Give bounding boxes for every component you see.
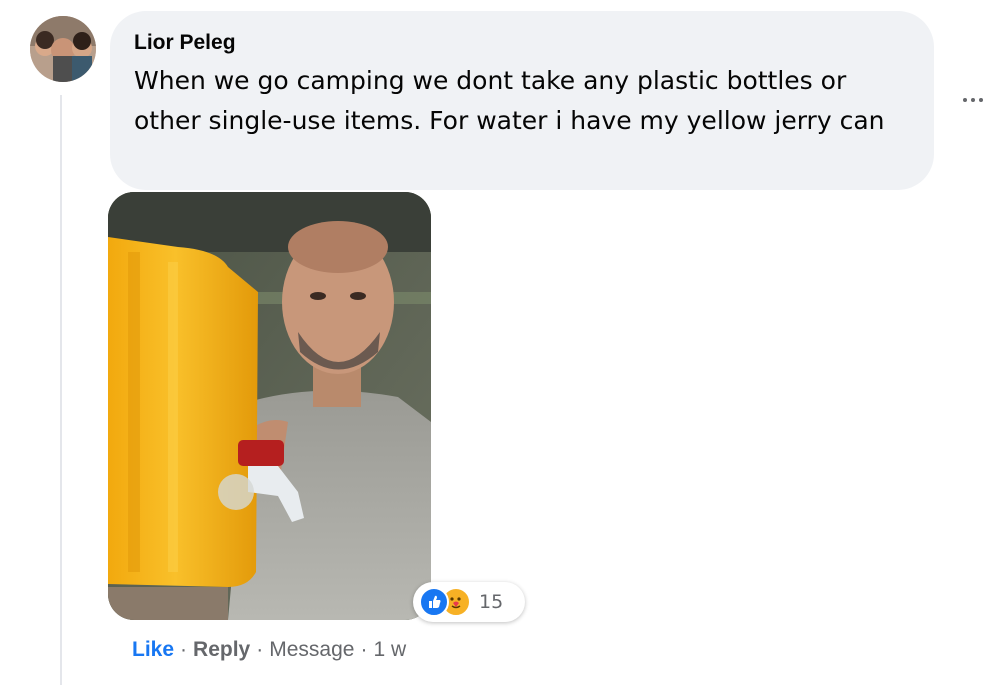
reaction-count: 15	[479, 591, 504, 613]
comment-text: When we go camping we dont take any plas…	[134, 66, 885, 135]
separator: ·	[180, 638, 188, 661]
timestamp[interactable]: 1 w	[373, 638, 406, 661]
more-dots-icon	[963, 98, 967, 102]
avatar[interactable]	[30, 16, 96, 82]
comment-actions: Like · Reply · Message · 1 w	[132, 636, 406, 664]
thread-line	[60, 95, 62, 685]
like-icon	[419, 587, 449, 617]
separator: ·	[256, 638, 264, 661]
comment-photo[interactable]	[108, 192, 431, 620]
like-button[interactable]: Like	[132, 638, 174, 661]
comment-thread: Lior Peleg When we go camping we dont ta…	[0, 0, 1000, 685]
jerry-can-photo	[108, 192, 431, 620]
avatar-image	[30, 16, 96, 82]
reactions-summary[interactable]: 15	[413, 582, 525, 622]
reply-button[interactable]: Reply	[193, 638, 250, 661]
more-options-button[interactable]	[955, 88, 991, 112]
message-button[interactable]: Message	[269, 638, 354, 661]
separator: ·	[360, 638, 368, 661]
comment-bubble: Lior Peleg When we go camping we dont ta…	[110, 11, 934, 190]
comment-author[interactable]: Lior Peleg	[134, 29, 910, 57]
